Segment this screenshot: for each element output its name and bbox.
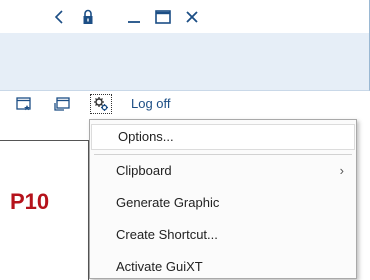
chevron-right-icon: › [339,163,344,178]
menu-item-create-shortcut[interactable]: Create Shortcut... [90,223,356,247]
customize-layout-icon[interactable] [90,94,112,114]
menu-item-activate-guixt[interactable]: Activate GuiXT [90,255,356,279]
menu-item-label: Create Shortcut... [116,227,218,242]
menu-item-label: Activate GuiXT [116,259,203,274]
menu-item-options[interactable]: Options... [91,124,355,150]
menu-separator [94,154,352,155]
new-window-icon[interactable] [14,95,34,113]
logoff-link[interactable]: Log off [131,96,171,111]
close-icon[interactable] [183,8,201,26]
header-band [0,33,370,91]
menu-item-label: Generate Graphic [116,195,220,210]
customize-menu: Options... Clipboard › Generate Graphic … [89,119,357,279]
menu-item-generate-graphic[interactable]: Generate Graphic [90,191,356,215]
menu-item-label: Options... [118,129,174,144]
content-panel: P10 [0,140,89,280]
menu-item-label: Clipboard [116,163,172,178]
system-toolbar: Log off [0,91,370,118]
window-titlebar [0,0,370,33]
maximize-icon[interactable] [154,8,172,26]
new-session-icon[interactable] [52,95,72,113]
menu-item-clipboard[interactable]: Clipboard › [90,159,356,183]
lock-icon[interactable] [79,8,97,26]
back-chevron-icon[interactable] [50,8,68,26]
content-label: P10 [10,189,50,214]
minimize-icon[interactable] [125,8,143,26]
